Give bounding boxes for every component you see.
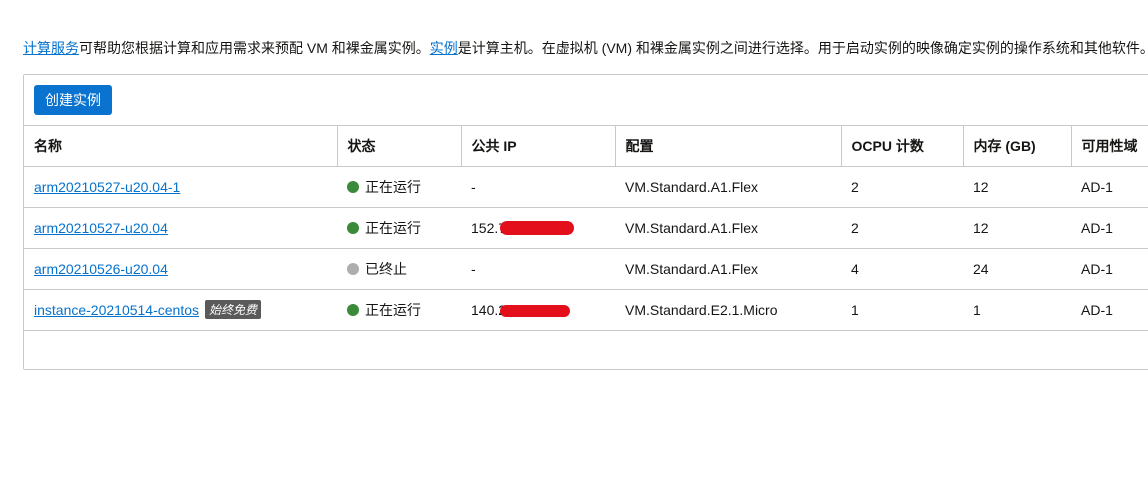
public-ip-text: - bbox=[471, 178, 476, 195]
instance-name-link[interactable]: arm20210526-u20.04 bbox=[34, 261, 168, 277]
column-header-ocpu[interactable]: OCPU 计数 bbox=[841, 126, 964, 167]
create-instance-button[interactable]: 创建实例 bbox=[34, 85, 112, 115]
public-ip-text: - bbox=[471, 260, 476, 277]
table-row: arm20210527-u20.04 正在运行 152.7 VM.Standar… bbox=[24, 207, 1148, 249]
cell-ocpu: 4 bbox=[841, 248, 963, 290]
cell-availability-domain: AD-1 bbox=[1071, 248, 1148, 290]
instances-link[interactable]: 实例 bbox=[430, 40, 458, 56]
cell-public-ip: - bbox=[461, 166, 615, 208]
column-header-shape[interactable]: 配置 bbox=[615, 126, 842, 167]
cell-memory: 12 bbox=[963, 166, 1071, 208]
intro-text: 计算服务可帮助您根据计算和应用需求来预配 VM 和裸金属实例。实例是计算主机。在… bbox=[23, 38, 1148, 58]
cell-name: arm20210526-u20.04 bbox=[24, 248, 337, 290]
cell-memory: 12 bbox=[963, 207, 1071, 249]
cell-status: 正在运行 bbox=[337, 207, 461, 249]
status-text: 已终止 bbox=[365, 260, 407, 277]
status-dot-icon bbox=[347, 180, 359, 193]
cell-availability-domain: AD-1 bbox=[1071, 166, 1148, 208]
table-row: instance-20210514-centos 始终免费 正在运行 140.2 … bbox=[24, 289, 1148, 331]
table-footer bbox=[24, 331, 1148, 371]
cell-ocpu: 1 bbox=[841, 289, 963, 331]
cell-availability-domain: AD-1 bbox=[1071, 289, 1148, 331]
cell-shape: VM.Standard.A1.Flex bbox=[615, 207, 841, 249]
intro-text-part-1: 可帮助您根据计算和应用需求来预配 VM 和裸金属实例。 bbox=[79, 40, 430, 56]
column-header-public-ip[interactable]: 公共 IP bbox=[461, 126, 616, 167]
cell-ocpu: 2 bbox=[841, 166, 963, 208]
status-dot-icon bbox=[347, 262, 359, 275]
cell-name: arm20210527-u20.04-1 bbox=[24, 166, 337, 208]
redaction-mark bbox=[500, 220, 575, 235]
status-dot-icon bbox=[347, 303, 359, 316]
cell-ocpu: 2 bbox=[841, 207, 963, 249]
cell-status: 正在运行 bbox=[337, 166, 461, 208]
cell-memory: 1 bbox=[963, 289, 1071, 331]
always-free-badge: 始终免费 bbox=[205, 300, 262, 319]
toolbar: 创建实例 bbox=[24, 75, 1148, 126]
column-header-memory[interactable]: 内存 (GB) bbox=[963, 126, 1072, 167]
cell-shape: VM.Standard.E2.1.Micro bbox=[615, 289, 841, 331]
instance-name-link[interactable]: instance-20210514-centos bbox=[34, 302, 199, 318]
cell-memory: 24 bbox=[963, 248, 1071, 290]
cell-shape: VM.Standard.A1.Flex bbox=[615, 166, 841, 208]
status-text: 正在运行 bbox=[365, 178, 421, 195]
compute-service-link[interactable]: 计算服务 bbox=[23, 40, 79, 56]
intro-text-part-2: 是计算主机。在虚拟机 (VM) 和裸金属实例之间进行选择。用于启动实例的映像确定… bbox=[457, 40, 1148, 56]
redaction-mark bbox=[500, 304, 571, 317]
instance-name-link[interactable]: arm20210527-u20.04-1 bbox=[34, 179, 180, 195]
table-header-row: 名称 状态 公共 IP 配置 OCPU 计数 内存 (GB) 可用性域 bbox=[24, 126, 1148, 167]
table-row: arm20210527-u20.04-1 正在运行 - VM.Standard.… bbox=[24, 166, 1148, 208]
cell-public-ip: - bbox=[461, 248, 615, 290]
cell-public-ip: 140.2 bbox=[461, 289, 615, 331]
instances-table: 名称 状态 公共 IP 配置 OCPU 计数 内存 (GB) 可用性域 arm2… bbox=[24, 126, 1148, 331]
column-header-availability-domain[interactable]: 可用性域 bbox=[1071, 126, 1148, 167]
cell-availability-domain: AD-1 bbox=[1071, 207, 1148, 249]
cell-public-ip: 152.7 bbox=[461, 207, 615, 249]
cell-shape: VM.Standard.A1.Flex bbox=[615, 248, 841, 290]
instances-panel: 创建实例 名称 状态 公共 IP 配置 OCPU 计数 内存 (GB) 可用性域 bbox=[23, 74, 1148, 370]
cell-name: instance-20210514-centos 始终免费 bbox=[24, 289, 337, 331]
status-dot-icon bbox=[347, 221, 359, 234]
column-header-status[interactable]: 状态 bbox=[337, 126, 462, 167]
instance-name-link[interactable]: arm20210527-u20.04 bbox=[34, 220, 168, 236]
status-text: 正在运行 bbox=[365, 219, 421, 236]
column-header-name[interactable]: 名称 bbox=[24, 126, 338, 167]
status-text: 正在运行 bbox=[365, 301, 421, 318]
cell-status: 已终止 bbox=[337, 248, 461, 290]
table-row: arm20210526-u20.04 已终止 - VM.Standard.A1.… bbox=[24, 248, 1148, 290]
cell-name: arm20210527-u20.04 bbox=[24, 207, 337, 249]
cell-status: 正在运行 bbox=[337, 289, 461, 331]
